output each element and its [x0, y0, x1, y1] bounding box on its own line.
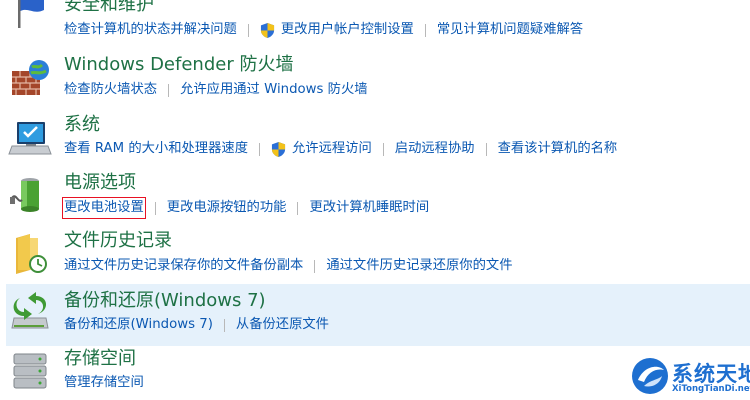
watermark-logo-icon [632, 358, 668, 394]
manage-storage-spaces-link[interactable]: 管理存储空间 [64, 374, 144, 392]
section-file-history: 文件历史记录 通过文件历史记录保存你的文件备份副本 通过文件历史记录还原你的文件 [0, 226, 750, 284]
link-separator [168, 83, 170, 97]
check-firewall-status-link[interactable]: 检查防火墙状态 [64, 81, 157, 99]
launch-remote-assistance-link[interactable]: 启动远程协助 [395, 140, 475, 158]
change-uac-settings-link[interactable]: 更改用户帐户控制设置 [281, 21, 414, 39]
link-separator [424, 23, 426, 37]
section-system: 系统 查看 RAM 的大小和处理器速度 允许远程访问 启动远程协助 查看该计算机… [0, 108, 750, 168]
view-ram-cpu-link[interactable]: 查看 RAM 的大小和处理器速度 [64, 140, 248, 158]
computer-icon[interactable] [8, 116, 52, 160]
section-firewall: Windows Defender 防火墙 检查防火墙状态 允许应用通过 Wind… [0, 50, 750, 108]
section-title[interactable]: 存储空间 [64, 348, 136, 370]
link-separator [247, 23, 249, 37]
allow-remote-access-link[interactable]: 允许远程访问 [292, 140, 372, 158]
allow-app-through-firewall-link[interactable]: 允许应用通过 Windows 防火墙 [180, 81, 367, 99]
file-history-icon[interactable] [8, 232, 52, 276]
change-battery-settings-link[interactable]: 更改电池设置 [62, 197, 146, 219]
check-computer-status-link[interactable]: 检查计算机的状态并解决问题 [64, 21, 237, 39]
change-power-buttons-link[interactable]: 更改电源按钮的功能 [167, 199, 287, 217]
section-title[interactable]: 系统 [64, 114, 100, 136]
link-separator [382, 142, 384, 156]
backup-restore-win7-link[interactable]: 备份和还原(Windows 7) [64, 316, 213, 334]
link-separator [314, 259, 316, 273]
link-separator [297, 201, 299, 215]
section-title[interactable]: 安全和维护 [64, 0, 154, 16]
watermark-url: XiTongTianDi.net [672, 384, 750, 394]
section-title[interactable]: Windows Defender 防火墙 [64, 54, 293, 76]
section-title[interactable]: 备份和还原(Windows 7) [64, 290, 266, 312]
restore-files-from-backup-link[interactable]: 从备份还原文件 [236, 316, 329, 334]
see-computer-name-link[interactable]: 查看该计算机的名称 [498, 140, 618, 158]
section-power-options: 电源选项 更改电池设置 更改电源按钮的功能 更改计算机睡眠时间 [0, 168, 750, 226]
flag-icon[interactable] [8, 0, 52, 32]
section-title[interactable]: 文件历史记录 [64, 230, 172, 252]
section-backup-restore[interactable]: 备份和还原(Windows 7) 备份和还原(Windows 7) 从备份还原文… [6, 284, 750, 346]
change-sleep-time-link[interactable]: 更改计算机睡眠时间 [309, 199, 429, 217]
link-separator [223, 318, 225, 332]
backup-icon[interactable] [8, 292, 52, 336]
watermark: 系统天地 XiTongTianDi.net [628, 354, 750, 400]
restore-files-link[interactable]: 通过文件历史记录还原你的文件 [326, 257, 512, 275]
save-backup-copies-link[interactable]: 通过文件历史记录保存你的文件备份副本 [64, 257, 303, 275]
link-separator [154, 201, 156, 215]
link-separator [485, 142, 487, 156]
section-title[interactable]: 电源选项 [64, 172, 136, 194]
shield-icon [271, 141, 286, 157]
link-separator [259, 142, 260, 156]
section-security-maintenance: 安全和维护 检查计算机的状态并解决问题 更改用户帐户控制设置 常见计算机问题疑难… [0, 0, 750, 50]
battery-icon[interactable] [8, 172, 52, 216]
shield-icon [260, 22, 274, 38]
firewall-icon[interactable] [8, 57, 52, 101]
storage-icon[interactable] [8, 350, 52, 394]
troubleshoot-link[interactable]: 常见计算机问题疑难解答 [437, 21, 583, 39]
